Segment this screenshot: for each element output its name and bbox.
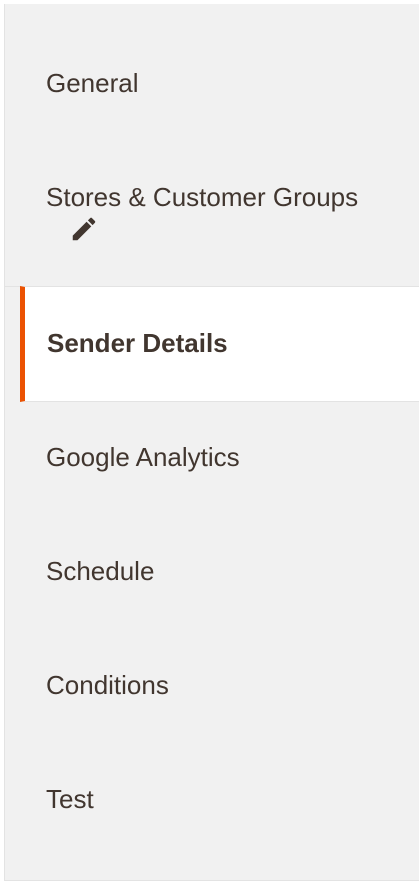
tab-test[interactable]: Test xyxy=(5,778,419,828)
tab-sender-details-label: Sender Details xyxy=(47,328,228,358)
tab-sender-details[interactable]: Sender Details xyxy=(20,286,419,402)
tab-test-label: Test xyxy=(46,784,94,814)
tab-google-analytics-label: Google Analytics xyxy=(46,442,240,472)
pencil-icon[interactable] xyxy=(69,214,99,244)
tab-conditions-label: Conditions xyxy=(46,670,169,700)
tab-schedule-label: Schedule xyxy=(46,556,155,586)
tab-stores-customer-groups[interactable]: Stores & Customer Groups xyxy=(5,176,419,256)
settings-tab-nav: General Stores & Customer Groups Sender … xyxy=(4,4,419,881)
tab-general-label: General xyxy=(46,68,139,98)
tab-google-analytics[interactable]: Google Analytics xyxy=(5,436,419,486)
tab-conditions[interactable]: Conditions xyxy=(5,664,419,714)
tab-schedule[interactable]: Schedule xyxy=(5,550,419,600)
tab-general[interactable]: General xyxy=(5,62,419,112)
tab-stores-customer-groups-label: Stores & Customer Groups xyxy=(46,182,359,212)
